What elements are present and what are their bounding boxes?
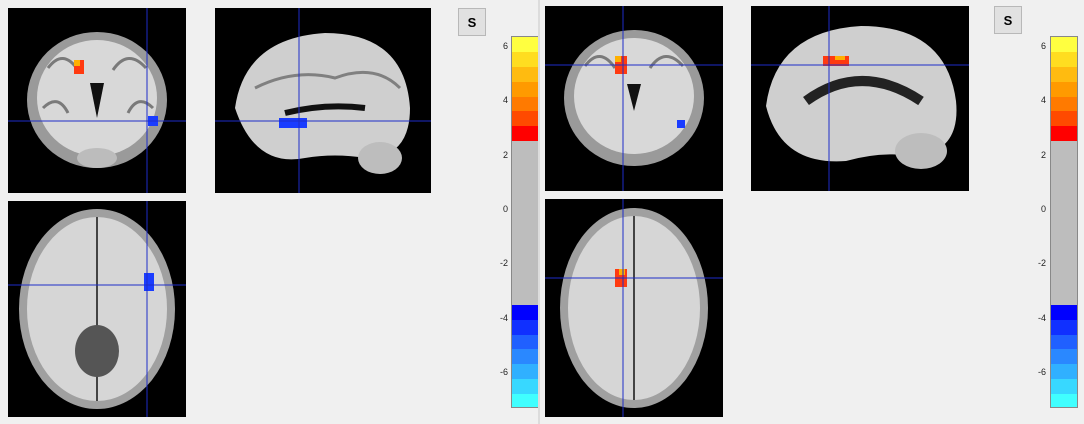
colorbar-segment [1051, 81, 1077, 97]
colorbar-segment [512, 364, 538, 380]
colorbar-segment [512, 304, 538, 320]
colorbar-segment [1051, 200, 1077, 216]
colorbar-segment [1051, 349, 1077, 365]
colorbar-segment [1051, 319, 1077, 335]
colorbar-segment [1051, 379, 1077, 394]
colorbar-segment [1051, 185, 1077, 201]
colorbar-segment [1051, 37, 1077, 52]
colorbar-segment [1051, 230, 1077, 246]
colorbar-segment [1051, 170, 1077, 186]
colorbar-segment [1051, 66, 1077, 82]
coronal-brain-image [545, 6, 723, 191]
axial-brain-image [545, 199, 723, 417]
colorbar-segment [512, 379, 538, 394]
colorbar-segment [512, 260, 538, 275]
colorbar-segment [1051, 245, 1077, 261]
colorbar-tick-label: 4 [502, 95, 508, 106]
colorbar-segment [512, 334, 538, 350]
colorbar-segment [1051, 215, 1077, 231]
colorbar-ticks: 6 4 2 0 -2 -4 -6 [486, 36, 508, 408]
coronal-slice-view[interactable] [545, 6, 723, 191]
colorbar-tick-label: -4 [1037, 312, 1046, 323]
sagittal-slice-view[interactable] [215, 8, 431, 193]
colorbar-segment [1051, 289, 1077, 305]
colorbar-segment [512, 96, 538, 112]
colorbar-segment [1051, 126, 1077, 142]
colorbar-segment [512, 230, 538, 246]
sagittal-slice-view[interactable] [751, 6, 969, 191]
colorbar-tick-label: 6 [1040, 41, 1046, 51]
colorbar-segment [1051, 334, 1077, 350]
colorbar-segment [512, 200, 538, 216]
sagittal-brain-image [751, 6, 969, 191]
colorbar-segment [512, 394, 538, 407]
colorbar-segment [512, 111, 538, 127]
colorbar-segment [1051, 394, 1077, 407]
colorbar-tick-label: -2 [499, 258, 508, 269]
colorbar-tick-label: 0 [1040, 204, 1046, 214]
colorbar-tick-label: -2 [1037, 258, 1046, 269]
colorbar-segment [512, 185, 538, 201]
colorbar-segment [1051, 156, 1077, 171]
colorbar-tick-label: 4 [1040, 95, 1046, 106]
colorbar-segment [512, 126, 538, 142]
sagittal-brain-image [215, 8, 431, 193]
colorbar-segment [512, 245, 538, 261]
colorbar-segment [1051, 304, 1077, 320]
s-button[interactable]: S [994, 6, 1022, 34]
colorbar-tick-label: 2 [502, 149, 508, 160]
colorbar-tick-label: 0 [502, 204, 508, 214]
colorbar-segment [512, 66, 538, 82]
colorbar-segment [1051, 96, 1077, 112]
colorbar-segment [1051, 111, 1077, 127]
colorbar-tick-label: 2 [1040, 149, 1046, 160]
colorbar-segment [1051, 260, 1077, 275]
coronal-slice-view[interactable] [8, 8, 186, 193]
colorbar-segment [1051, 364, 1077, 380]
coronal-brain-image [8, 8, 186, 193]
colorbar [511, 36, 539, 408]
colorbar-segment [512, 37, 538, 52]
colorbar-segment [512, 81, 538, 97]
colorbar-tick-label: -6 [1037, 367, 1046, 377]
colorbar-segment [512, 51, 538, 67]
colorbar-ticks: 6 4 2 0 -2 -4 -6 [1024, 36, 1046, 408]
colorbar [1050, 36, 1078, 408]
axial-slice-view[interactable] [8, 201, 186, 417]
colorbar-segment [512, 215, 538, 231]
colorbar-tick-label: -6 [499, 367, 508, 377]
colorbar-segment [512, 349, 538, 365]
colorbar-segment [1051, 275, 1077, 290]
right-viewer-panel: S 6 4 2 0 -2 -4 -6 [540, 0, 1084, 424]
colorbar-segment [512, 289, 538, 305]
colorbar-segment [1051, 51, 1077, 67]
axial-brain-image [8, 201, 186, 417]
colorbar-segment [512, 275, 538, 290]
s-button[interactable]: S [458, 8, 486, 36]
colorbar-tick-label: -4 [499, 312, 508, 323]
colorbar-segment [512, 170, 538, 186]
left-viewer-panel: S 6 4 2 0 -2 -4 -6 [0, 0, 539, 424]
colorbar-segment [512, 319, 538, 335]
colorbar-segment [512, 156, 538, 171]
colorbar-tick-label: 6 [502, 41, 508, 51]
colorbar-segment [512, 141, 538, 156]
axial-slice-view[interactable] [545, 199, 723, 417]
colorbar-segment [1051, 141, 1077, 156]
